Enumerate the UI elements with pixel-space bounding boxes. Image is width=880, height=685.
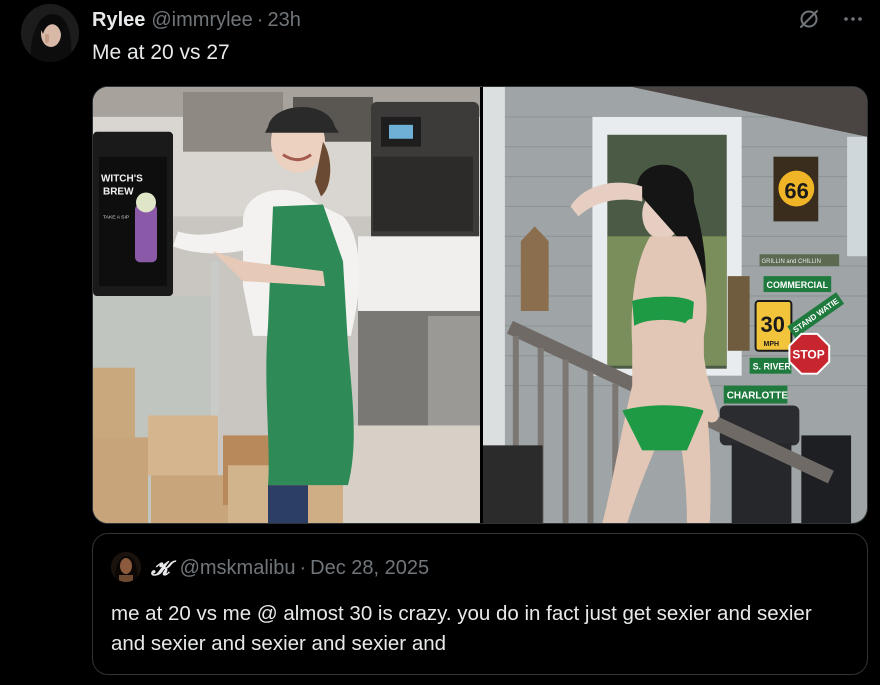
media-photo-right[interactable]: 66 GRILLIN and CHILLIN COMMERCIAL 30 MPH… (483, 87, 867, 523)
quoted-header: 𝓚 @mskmalibu · Dec 28, 2025 (151, 556, 429, 580)
sign-text-small: TAKE A SIP (103, 214, 130, 220)
quoted-header-separator: · (299, 557, 307, 579)
sign-text-line2: BREW (103, 187, 134, 198)
tweet-timestamp[interactable]: 23h (267, 8, 300, 32)
tweet-actions-top (796, 6, 866, 32)
sign-commercial-text: COMMERCIAL (767, 280, 829, 290)
media-photo-left[interactable]: WITCH'S BREW TAKE A SIP (93, 87, 480, 523)
header-separator: · (256, 9, 264, 31)
tweet-text: Me at 20 vs 27 (92, 41, 230, 64)
author-handle[interactable]: @immrylee (151, 8, 252, 32)
quoted-text: me at 20 vs me @ almost 30 is crazy. you… (111, 602, 812, 655)
sign-grillin-text: GRILLIN and CHILLIN (762, 259, 821, 265)
quoted-author-display-name[interactable]: 𝓚 (151, 556, 170, 580)
tweet-media[interactable]: WITCH'S BREW TAKE A SIP 66 GRILLIN and C… (92, 86, 868, 524)
quoted-avatar-icon (111, 552, 141, 582)
quoted-tweet[interactable]: 𝓚 @mskmalibu · Dec 28, 2025 me at 20 vs … (92, 533, 868, 675)
sign-30-unit: MPH (764, 341, 779, 348)
grok-icon[interactable] (796, 6, 822, 32)
quoted-author-avatar[interactable] (111, 552, 141, 582)
sign-charlotte-text: CHARLOTTE (727, 391, 789, 402)
quoted-author-handle[interactable]: @mskmalibu (180, 556, 296, 580)
sign-text-line1: WITCH'S (101, 174, 143, 185)
sign-30-text: 30 (761, 312, 785, 337)
sign-66-text: 66 (784, 178, 808, 203)
author-display-name[interactable]: Rylee (92, 8, 145, 32)
sign-river-text: S. RIVER (753, 362, 792, 372)
tweet-header: Rylee @immrylee · 23h (92, 8, 301, 32)
more-icon[interactable] (840, 6, 866, 32)
author-avatar[interactable] (21, 4, 79, 62)
quoted-date[interactable]: Dec 28, 2025 (310, 556, 429, 580)
sign-stop-text: STOP (792, 348, 824, 362)
tweet: Rylee @immrylee · 23h Me at 20 vs 27 WIT… (0, 0, 880, 685)
avatar-icon (21, 4, 79, 62)
